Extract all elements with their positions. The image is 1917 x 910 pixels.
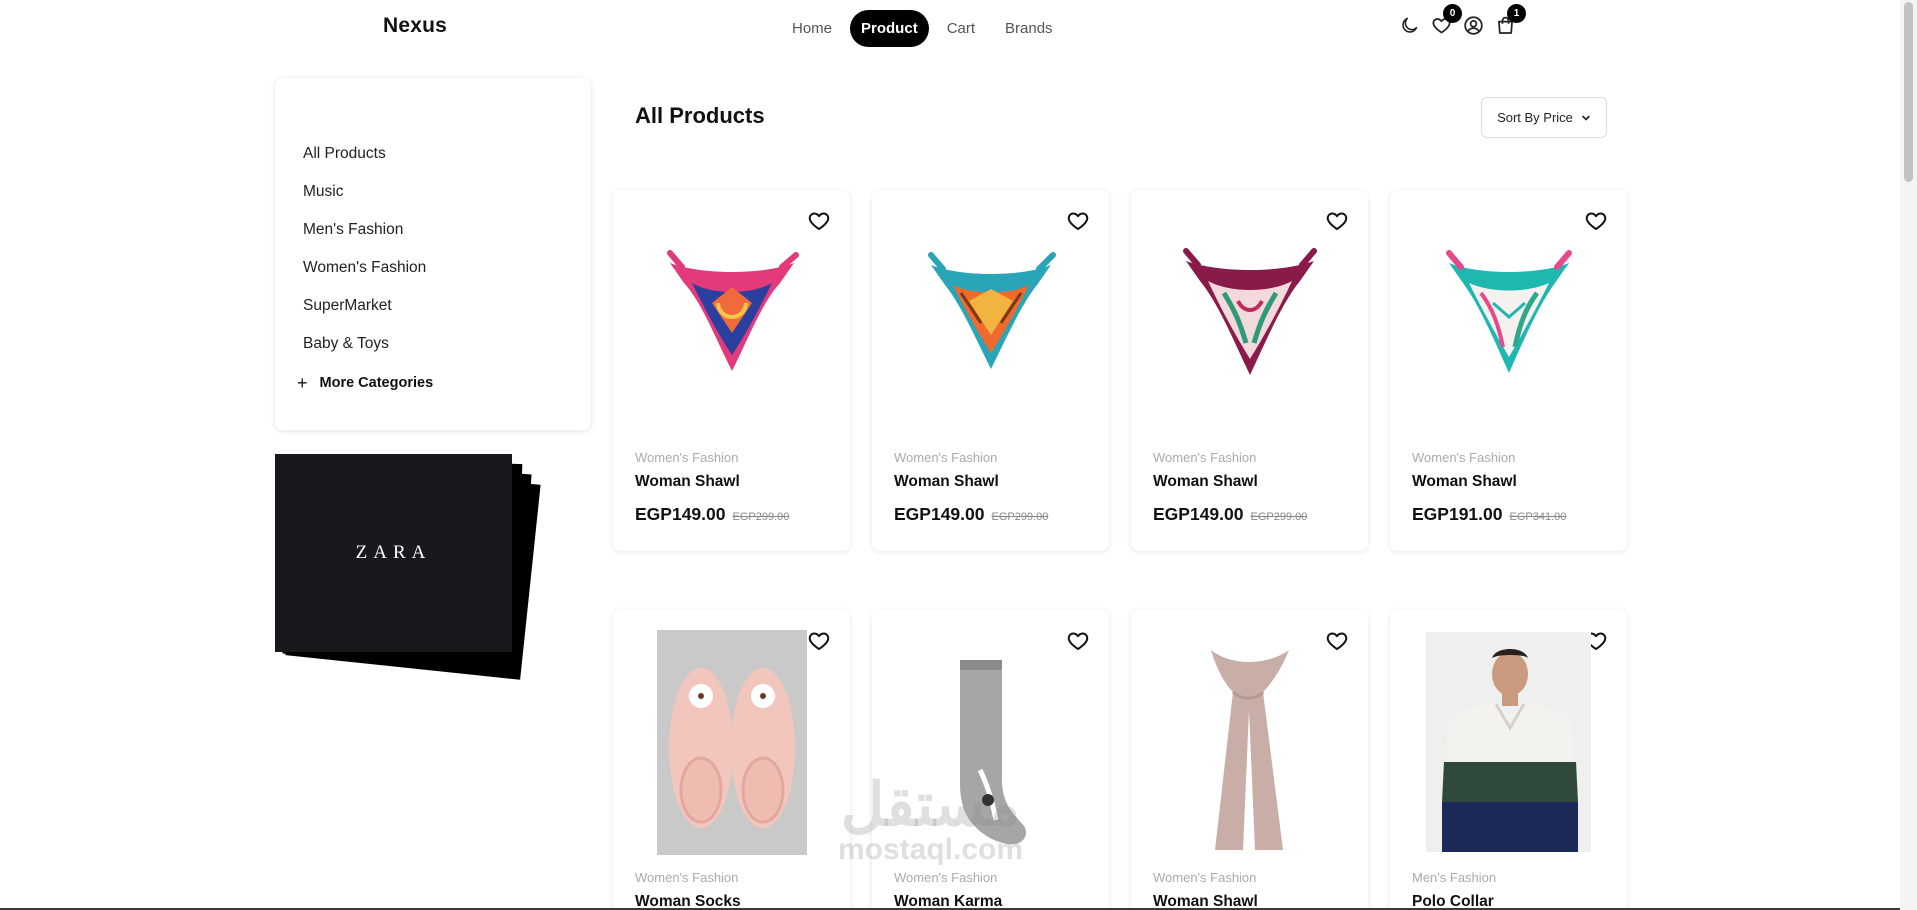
heart-icon[interactable] — [1325, 209, 1349, 233]
plus-icon: + — [297, 373, 308, 393]
heart-icon[interactable] — [1584, 209, 1608, 233]
product-card[interactable]: Women's Fashion Woman Shawl EGP191.00 EG… — [1390, 190, 1627, 551]
scrollbar-thumb[interactable] — [1904, 2, 1913, 182]
scarf-icon — [927, 252, 1056, 369]
heart-icon[interactable] — [1325, 629, 1349, 653]
navbar: Nexus Home Product Cart Brands 0 1 — [0, 0, 1900, 58]
nav-link-home[interactable]: Home — [780, 10, 844, 47]
product-price-row: EGP149.00 EGP299.00 — [635, 504, 789, 525]
product-category: Men's Fashion — [1412, 870, 1497, 885]
cart-count-badge: 1 — [1507, 4, 1526, 23]
nav-link-cart[interactable]: Cart — [935, 10, 987, 47]
product-category: Women's Fashion — [1153, 870, 1257, 885]
product-image[interactable] — [912, 238, 1069, 388]
long-scarf-icon — [1211, 650, 1289, 850]
product-name[interactable]: Woman Shawl — [1153, 473, 1258, 491]
product-name[interactable]: Woman Shawl — [894, 473, 999, 491]
category-baby-toys[interactable]: Baby & Toys — [303, 330, 426, 368]
heart-icon[interactable] — [807, 209, 831, 233]
product-price-row: EGP149.00 EGP299.00 — [1153, 504, 1307, 525]
product-old-price: EGP299.00 — [991, 511, 1049, 523]
heart-icon[interactable] — [1066, 629, 1090, 653]
product-image[interactable] — [657, 630, 807, 855]
category-all-products[interactable]: All Products — [303, 140, 426, 178]
product-price-row: EGP191.00 EGP341.00 — [1412, 504, 1566, 525]
category-list: All Products Music Men's Fashion Women's… — [303, 140, 426, 368]
scarf-icon — [1445, 250, 1572, 373]
wishlist-button[interactable]: 0 — [1430, 4, 1462, 36]
zara-logo: ZARA — [355, 542, 432, 563]
product-image[interactable] — [912, 630, 1069, 855]
product-category: Women's Fashion — [635, 450, 739, 465]
polo-shirt-icon — [1442, 649, 1578, 852]
product-card[interactable]: Women's Fashion Woman Shawl EGP149.00 EG… — [613, 190, 850, 551]
product-category: Women's Fashion — [894, 870, 998, 885]
moon-icon[interactable] — [1398, 14, 1420, 36]
product-image[interactable] — [1430, 238, 1587, 388]
product-card[interactable]: Men's Fashion Polo Collar — [1390, 610, 1627, 910]
product-image[interactable] — [653, 238, 810, 388]
product-card[interactable]: Women's Fashion Woman Shawl — [1131, 610, 1368, 910]
product-card[interactable]: Women's Fashion Woman Shawl EGP149.00 EG… — [872, 190, 1109, 551]
more-categories-label: More Categories — [319, 375, 434, 391]
wishlist-count-badge: 0 — [1443, 4, 1462, 23]
product-card[interactable]: Women's Fashion Woman Shawl EGP149.00 EG… — [1131, 190, 1368, 551]
sort-label: Sort By Price — [1497, 110, 1573, 125]
product-category: Women's Fashion — [1412, 450, 1516, 465]
product-name[interactable]: Woman Shawl — [635, 473, 740, 491]
nav-icons: 0 1 — [1398, 4, 1526, 36]
product-category: Women's Fashion — [635, 870, 739, 885]
category-sidebar: All Products Music Men's Fashion Women's… — [275, 78, 591, 430]
heart-icon[interactable] — [807, 629, 831, 653]
nav-link-brands[interactable]: Brands — [993, 10, 1065, 47]
category-music[interactable]: Music — [303, 178, 426, 216]
product-name[interactable]: Woman Shawl — [1412, 473, 1517, 491]
product-image[interactable] — [1171, 238, 1328, 388]
brand-logo[interactable]: Nexus — [383, 14, 447, 38]
scarf-icon — [666, 250, 799, 371]
product-image[interactable] — [1426, 632, 1591, 852]
chevron-down-icon — [1582, 115, 1590, 121]
product-category: Women's Fashion — [1153, 450, 1257, 465]
main-nav: Home Product Cart Brands — [780, 10, 1065, 47]
category-womens-fashion[interactable]: Women's Fashion — [303, 254, 426, 292]
sock-icon — [960, 660, 1027, 845]
category-mens-fashion[interactable]: Men's Fashion — [303, 216, 426, 254]
page-title: All Products — [635, 103, 765, 128]
sort-by-price-dropdown[interactable]: Sort By Price — [1481, 97, 1607, 138]
product-price: EGP149.00 — [635, 504, 726, 524]
product-old-price: EGP299.00 — [732, 511, 790, 523]
product-card[interactable]: Women's Fashion Woman Socks — [613, 610, 850, 910]
product-old-price: EGP299.00 — [1250, 511, 1308, 523]
product-old-price: EGP341.00 — [1509, 511, 1567, 523]
heart-icon[interactable] — [1066, 209, 1090, 233]
product-price: EGP149.00 — [1153, 504, 1244, 524]
scarf-icon — [1182, 248, 1317, 375]
product-price: EGP191.00 — [1412, 504, 1503, 524]
product-price-row: EGP149.00 EGP299.00 — [894, 504, 1048, 525]
ad-card: ZARA — [275, 454, 512, 652]
product-category: Women's Fashion — [894, 450, 998, 465]
nav-link-product[interactable]: Product — [850, 10, 929, 47]
product-card[interactable]: Women's Fashion Woman Karma — [872, 610, 1109, 910]
product-price: EGP149.00 — [894, 504, 985, 524]
category-supermarket[interactable]: SuperMarket — [303, 292, 426, 330]
product-image[interactable] — [1171, 630, 1328, 855]
zara-ad-banner[interactable]: ZARA — [275, 454, 545, 680]
slippers-icon — [669, 668, 795, 828]
user-icon[interactable] — [1462, 14, 1484, 36]
more-categories-button[interactable]: + More Categories — [297, 373, 434, 393]
cart-button[interactable]: 1 — [1494, 4, 1526, 36]
vertical-scrollbar[interactable] — [1900, 0, 1917, 910]
